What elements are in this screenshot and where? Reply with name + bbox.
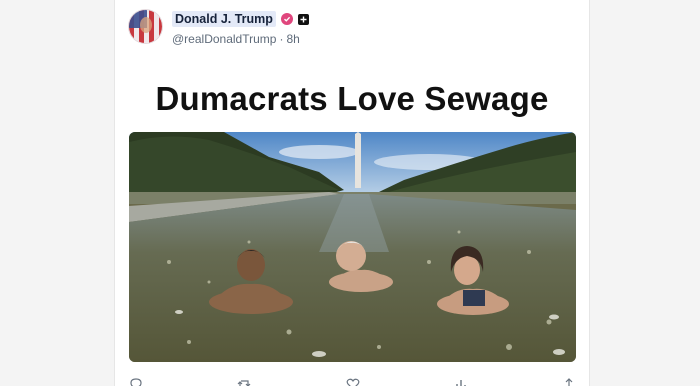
author-name[interactable]: Donald J. Trump [172,11,276,27]
repost-icon [237,380,251,386]
share-icon [563,378,575,386]
separator-dot: · [279,32,284,46]
plus-icon [297,13,309,25]
heart-icon [346,378,359,386]
action-bar [129,377,576,386]
avatar-face [140,17,152,33]
author-handle[interactable]: @realDonaldTrump [172,32,276,46]
like-button[interactable] [346,377,360,386]
post-image[interactable] [129,132,576,362]
author-row: Donald J. Trump [172,11,309,27]
reply-button[interactable] [129,377,143,386]
pool-scene-illustration [129,132,576,362]
views-icon [456,380,466,386]
verified-badge-icon [280,13,293,25]
handle-row: @realDonaldTrump · 8h [172,32,300,46]
post-headline: Dumacrats Love Sewage [155,80,549,117]
avatar[interactable] [129,10,162,43]
post-time[interactable]: 8h [286,32,299,46]
share-button[interactable] [562,377,576,386]
views-button[interactable] [454,377,468,386]
reply-icon [130,378,142,386]
post-card: Donald J. Trump @realDonaldTrump · 8h Duma… [114,0,590,386]
repost-button[interactable] [237,377,251,386]
